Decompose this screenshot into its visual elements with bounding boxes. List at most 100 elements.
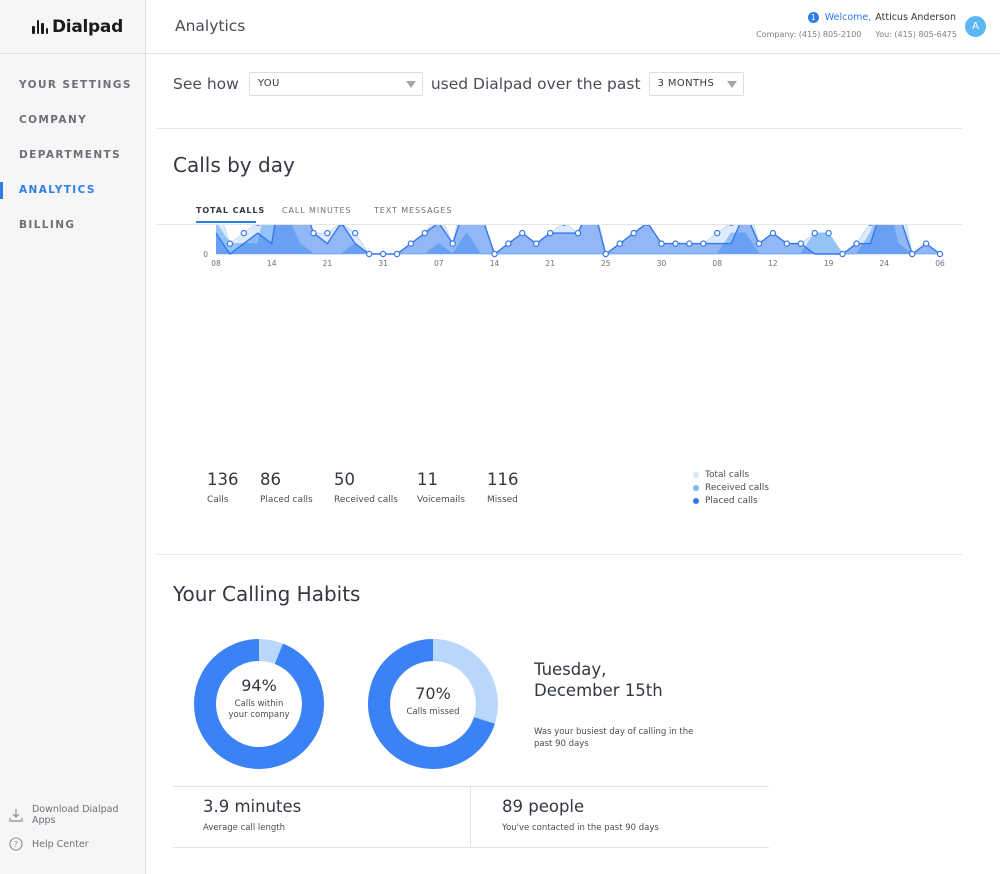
tab-total-calls[interactable]: TOTAL CALLS [196,206,265,215]
calls-missed-label: Calls missed [406,707,460,717]
data-point [226,240,234,247]
stat-value: 116 [487,470,519,489]
user-name[interactable]: Atticus Anderson [875,12,956,23]
data-point [421,229,428,237]
x-tick-label: 06 [935,259,945,268]
data-point [755,240,763,247]
x-tick-label: 19 [824,259,834,268]
data-point [240,229,248,237]
phone-numbers: Company: (415) 805-2100 You: (415) 805-64… [756,30,957,39]
calls-by-day-chart: 04812160814213107142125300812192406 [203,225,945,268]
legend-label: Total calls [705,470,750,480]
section-divider [157,554,962,555]
stat-calls: 136 Calls [207,470,239,505]
stat-value: 136 [207,470,239,489]
data-point [797,240,805,247]
legend-received-calls: Received calls [693,483,769,493]
x-tick-label: 31 [378,259,388,268]
data-point [505,240,512,247]
data-point [351,229,359,237]
dialpad-logo[interactable]: Dialpad [0,0,145,54]
tab-text-messages[interactable]: TEXT MESSAGES [374,206,452,215]
calls-by-day-title: Calls by day [173,153,295,177]
legend-total-calls: Total calls [693,470,749,480]
help-center-label: Help Center [32,838,89,850]
svg-text:?: ? [14,840,18,849]
period-select-value: 3 MONTHS [657,78,715,89]
data-point [533,240,540,247]
y-tick-label: 0 [203,250,208,259]
data-point [811,229,818,237]
x-tick-label: 08 [712,259,722,268]
data-point [630,229,637,237]
download-apps-link[interactable]: Download Dialpad Apps [9,804,145,826]
data-point [714,229,721,237]
sidebar-item-billing[interactable]: BILLING [0,217,146,252]
average-call-length-value: 3.9 minutes [203,797,302,816]
stats-divider [470,787,471,848]
chevron-down-icon [405,81,416,88]
page-title: Analytics [175,17,246,35]
data-point [853,240,860,247]
data-point [547,229,554,237]
x-tick-label: 12 [768,259,778,268]
data-point [324,229,331,237]
download-icon [9,809,23,822]
stat-received-calls: 50 Received calls [334,470,398,505]
sidebar-item-your-settings[interactable]: YOUR SETTINGS [0,77,146,112]
dialpad-logo-icon [32,19,48,34]
active-tab-indicator [196,221,256,223]
data-point [686,240,693,247]
welcome-text: Welcome, [824,12,872,23]
who-select[interactable]: YOU [248,72,423,96]
help-center-link[interactable]: ? Help Center [9,837,89,851]
welcome-line: 1 Welcome, Atticus Anderson [807,12,956,23]
sidebar-item-company[interactable]: COMPANY [0,112,146,147]
sidebar-item-departments[interactable]: DEPARTMENTS [0,147,146,182]
top-header: Analytics 1 Welcome, Atticus Anderson Co… [146,0,1000,54]
data-point [407,240,415,247]
sidebar: Dialpad YOUR SETTINGS COMPANY DEPARTMENT… [0,0,146,874]
calls-missed-text: 70% Calls missed [368,684,498,718]
data-point [672,240,679,247]
filter-see-how: See how [173,75,239,93]
data-point [909,250,916,258]
usage-filter: See how YOU used Dialpad over the past 3… [173,72,744,96]
calling-habits-title: Your Calling Habits [173,582,361,606]
stat-value: 11 [417,470,438,489]
x-tick-label: 14 [490,259,500,268]
data-point [310,229,317,237]
legend-placed-calls: Placed calls [693,496,758,506]
sidebar-item-analytics[interactable]: ANALYTICS [0,182,146,217]
stat-label: Calls [207,495,229,505]
data-point [393,250,401,258]
x-tick-label: 08 [211,259,221,268]
habit-stats: 3.9 minutes Average call length 89 peopl… [173,786,769,848]
notification-badge[interactable]: 1 [807,12,819,23]
data-point [922,240,930,247]
data-point [769,229,777,237]
x-tick-label: 14 [267,259,277,268]
legend-swatch [693,498,699,504]
tab-call-minutes[interactable]: CALL MINUTES [282,206,351,215]
busiest-day-caption: Was your busiest day of calling in the p… [534,727,694,749]
brand-name: Dialpad [52,16,123,37]
x-tick-label: 24 [880,259,890,268]
avatar[interactable]: A [965,16,986,37]
x-tick-label: 21 [545,259,555,268]
data-point [616,240,623,247]
stat-missed: 116 Missed [487,470,519,505]
data-point [491,250,498,258]
legend-label: Placed calls [705,496,758,506]
stat-label: Placed calls [260,495,313,505]
people-contacted: 89 people You've contacted in the past 9… [502,797,659,833]
period-select[interactable]: 3 MONTHS [648,72,744,96]
sidebar-nav: YOUR SETTINGS COMPANY DEPARTMENTS ANALYT… [0,77,146,252]
stat-label: Voicemails [417,495,465,505]
x-tick-label: 07 [434,259,444,268]
help-icon: ? [9,837,23,851]
who-select-value: YOU [257,78,280,89]
data-point [839,250,846,258]
legend-swatch [693,485,699,491]
within-company-percent: 94% [241,676,277,695]
